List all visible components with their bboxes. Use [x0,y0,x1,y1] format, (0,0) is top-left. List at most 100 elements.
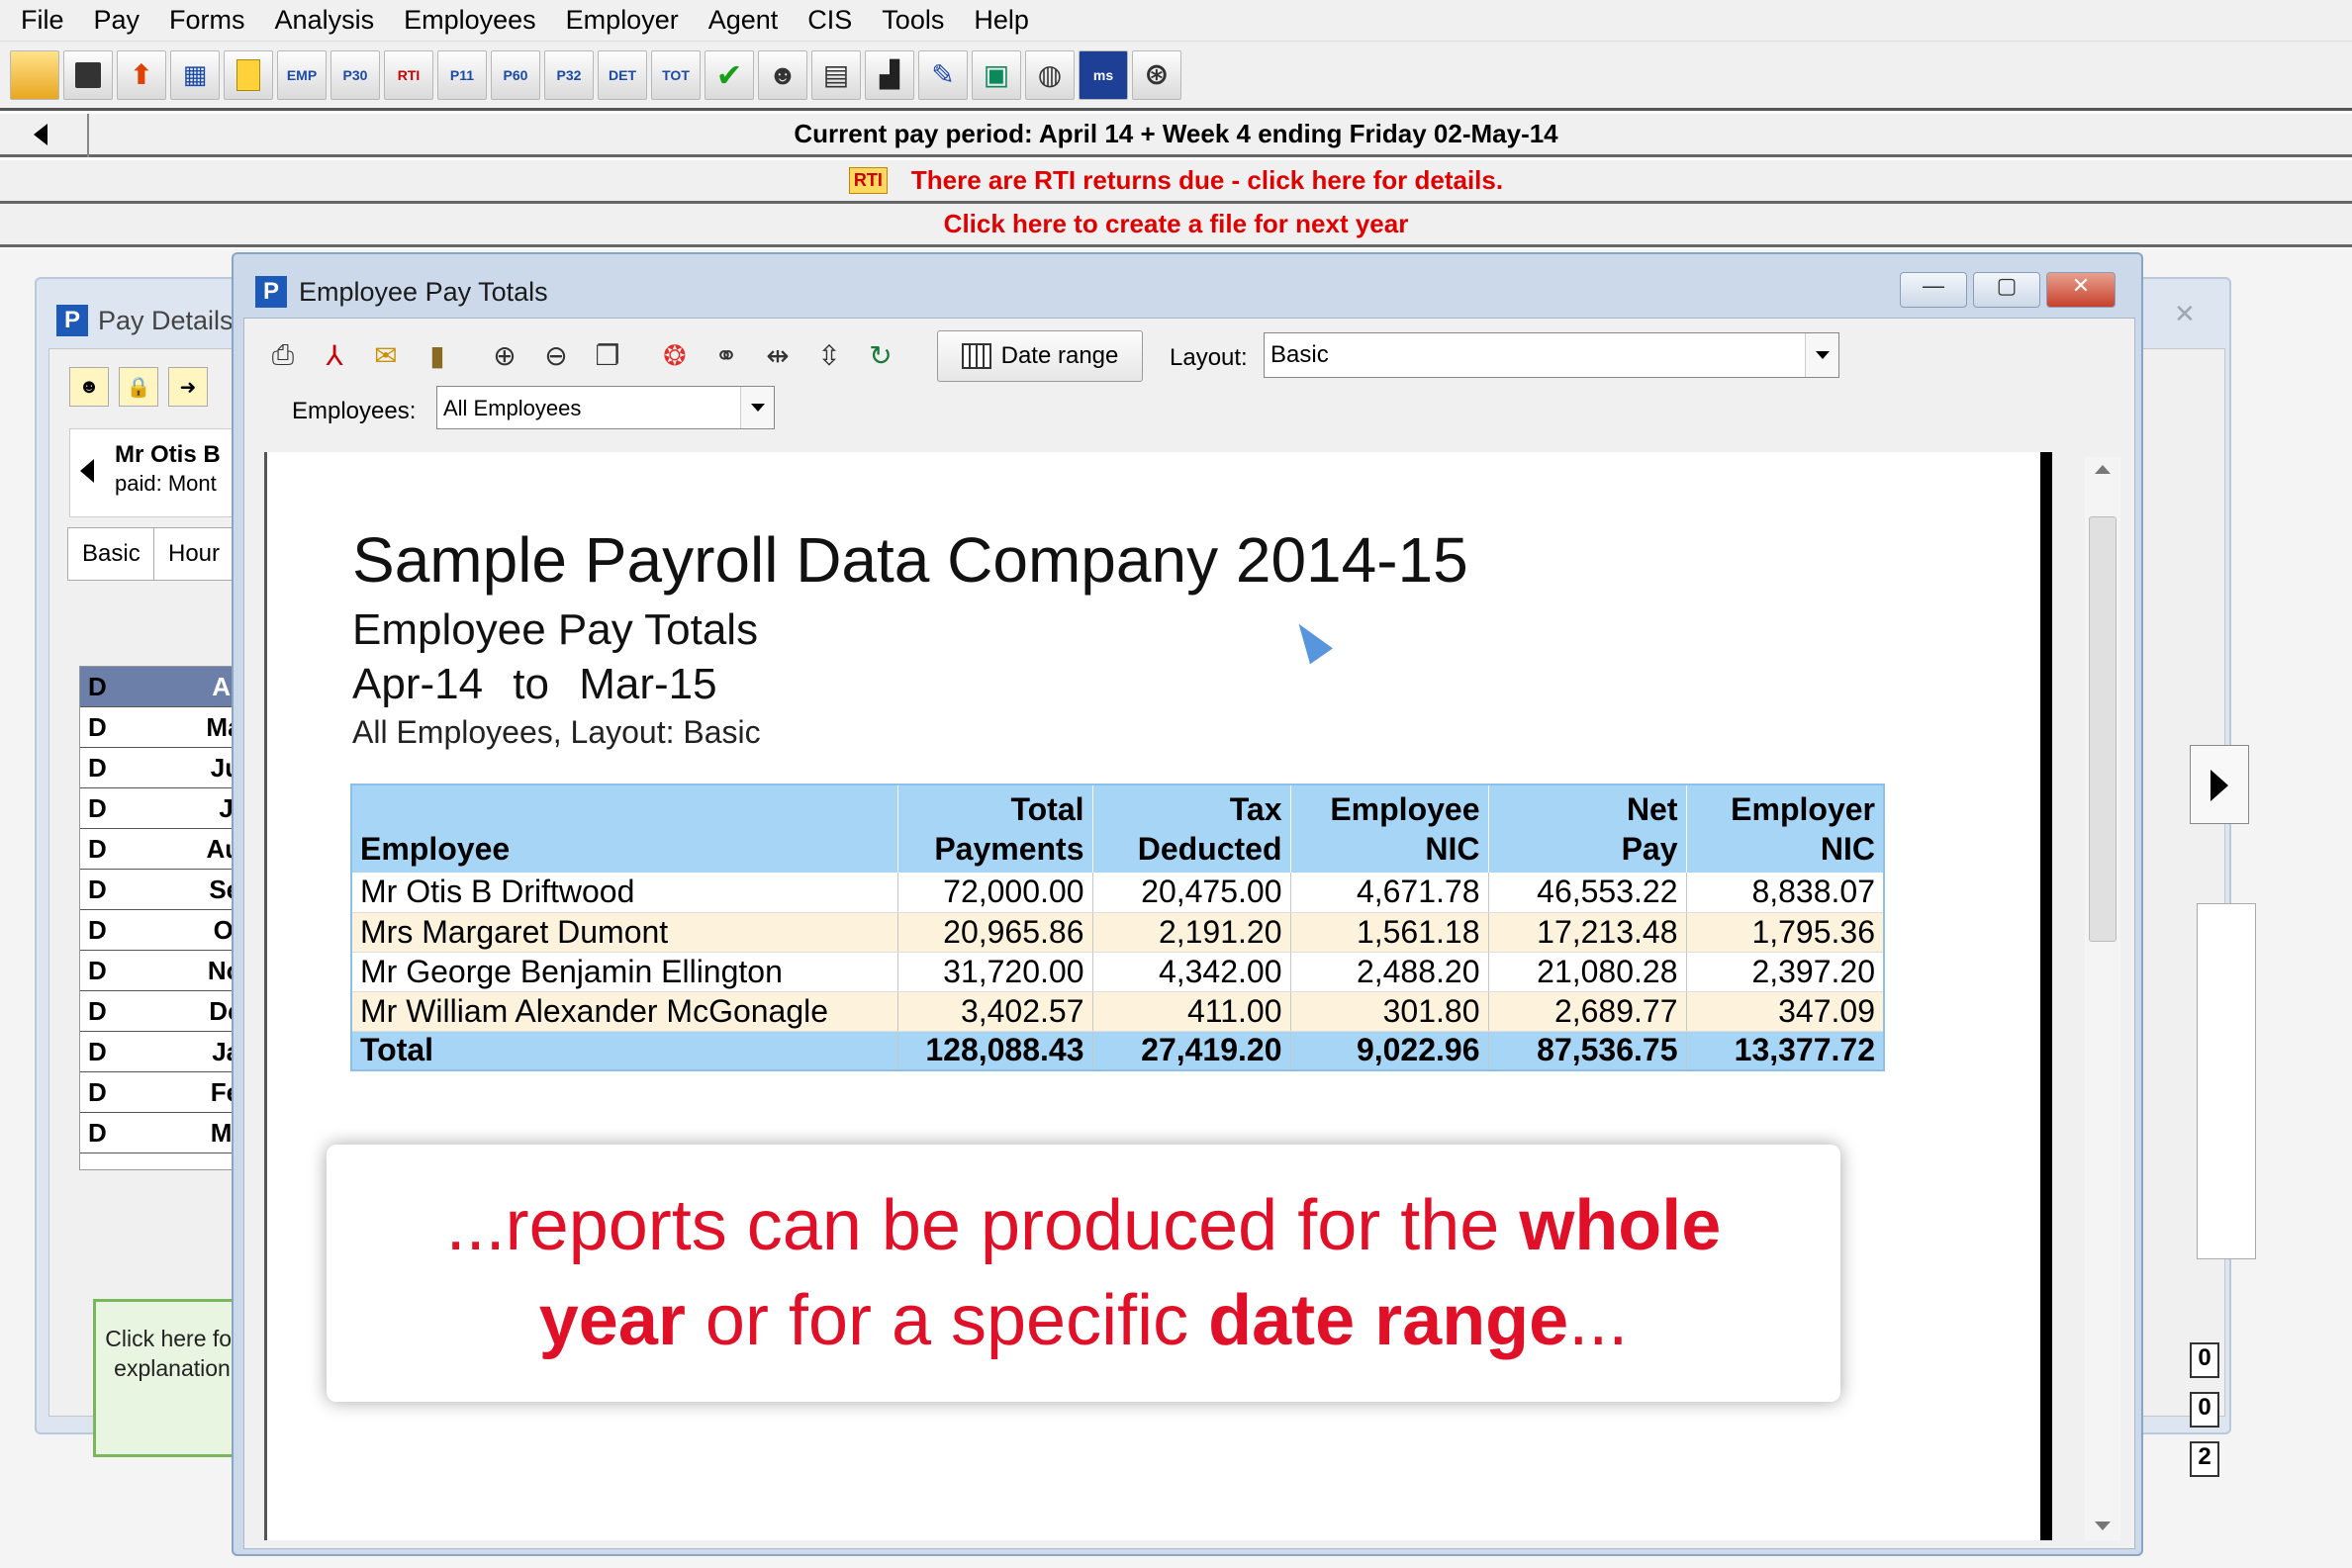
rti-notice-link[interactable]: There are RTI returns due - click here f… [911,165,1503,196]
explanation-button[interactable]: Click here for explanation [93,1299,251,1457]
calculator-icon[interactable]: ▦ [170,49,220,100]
callout-line-1: ...reports can be produced for the whole [445,1186,1722,1265]
zoom-out-icon[interactable]: ⊖ [531,330,581,380]
app-logo-icon: P [56,305,88,336]
rti-warning-icon: RTI [848,167,888,194]
employees-select[interactable]: All Employees [436,386,775,429]
date-range-button[interactable]: Date range [937,330,1143,382]
employee-pay-totals-dialog: P Employee Pay Totals — ▢ ✕ ⎙ ⅄ ✉ ▮ ⊕ ⊖ … [232,252,2143,1556]
close-icon[interactable]: ✕ [2174,299,2213,328]
refresh-icon[interactable]: ↻ [856,330,905,380]
menu-analysis[interactable]: Analysis [260,5,390,36]
dialog-title-bar: P Employee Pay Totals [255,276,548,308]
list-item[interactable]: DDec [80,991,256,1032]
previous-employee-icon[interactable] [80,459,94,483]
p11-icon[interactable]: P11 [437,49,487,100]
table-row: Mr George Benjamin Ellington 31,720.00 4,3… [351,952,1885,992]
dialog-title: Employee Pay Totals [299,276,548,307]
list-item[interactable]: DNov [80,951,256,991]
yellow-doc-icon[interactable] [224,49,273,100]
globe-icon[interactable]: ◍ [1025,49,1075,100]
report-date-range: Apr-14 to Mar-15 [352,660,717,708]
print-icon[interactable]: ⎙ [258,330,308,380]
menu-forms[interactable]: Forms [154,5,260,36]
chevron-down-icon[interactable] [1805,333,1838,377]
list-item[interactable]: DApr [80,667,256,707]
list-item[interactable]: DOct [80,910,256,951]
list-item[interactable]: DJun [80,748,256,788]
table-total-row: Total 128,088.43 27,419.20 9,022.96 87,536.7… [351,1031,1885,1070]
rti-notice-bar[interactable]: RTI There are RTI returns due - click he… [0,160,2352,204]
ledger-icon[interactable]: ▤ [811,49,861,100]
menu-cis[interactable]: CIS [793,5,867,36]
close-button[interactable]: ✕ [2046,272,2116,308]
det-icon[interactable]: DET [598,49,647,100]
menu-employer[interactable]: Employer [551,5,694,36]
list-item[interactable]: DJan [80,1032,256,1072]
next-year-bar[interactable]: Click here to create a file for next yea… [0,204,2352,247]
list-item[interactable]: DAug [80,829,256,870]
email-icon[interactable]: ✉ [361,330,411,380]
checkmark-icon[interactable]: ✔ [705,49,754,100]
page-icon[interactable]: ❐ [583,330,632,380]
chevron-down-icon[interactable] [740,387,774,428]
user-icon[interactable]: ☻ [758,49,807,100]
screen-icon[interactable]: ▣ [972,49,1021,100]
menu-agent[interactable]: Agent [694,5,794,36]
menu-employees[interactable]: Employees [389,5,551,36]
pdf-icon[interactable]: ⅄ [310,330,359,380]
tab-basic[interactable]: Basic [67,527,155,581]
factory-icon[interactable]: ▟ [865,49,914,100]
report-note: All Employees, Layout: Basic [352,714,761,750]
emp-icon[interactable]: EMP [277,49,327,100]
open-folder-icon[interactable] [10,49,59,100]
settings-icon[interactable]: ⊛ [1132,49,1181,100]
previous-period-icon[interactable] [34,124,47,145]
color-icon[interactable]: ❂ [650,330,700,380]
column-width-icon[interactable]: ⇹ [753,330,802,380]
lock-icon[interactable]: 🔒 [119,367,158,407]
menu-pay[interactable]: Pay [79,5,155,36]
zoom-in-icon[interactable]: ⊕ [480,330,529,380]
month-list: DApr DMay DJun DJul DAug DSep DOct DNov … [79,666,257,1170]
divider [87,114,89,157]
list-item[interactable]: DSep [80,870,256,910]
tot-icon[interactable]: TOT [651,49,701,100]
p32-icon[interactable]: P32 [544,49,594,100]
next-year-link[interactable]: Click here to create a file for next yea… [944,209,1409,239]
binoculars-icon[interactable]: ⚭ [702,330,751,380]
row-height-icon[interactable]: ⇳ [804,330,854,380]
list-item[interactable]: DMay [80,707,256,748]
minimize-button[interactable]: — [1900,272,1967,308]
ms-icon[interactable]: ms [1079,49,1128,100]
list-item[interactable]: DMar [80,1113,256,1153]
list-item[interactable]: DJul [80,788,256,829]
maximize-button[interactable]: ▢ [1973,272,2040,308]
export-icon[interactable]: ⬆ [117,49,166,100]
p30-icon[interactable]: P30 [330,49,380,100]
p60-icon[interactable]: P60 [491,49,540,100]
menu-help[interactable]: Help [959,5,1044,36]
menu-file[interactable]: File [6,5,79,36]
scroll-thumb[interactable] [2089,516,2117,942]
tab-hours[interactable]: Hour [153,527,233,581]
scroll-down-icon[interactable] [2095,1522,2111,1530]
exit-icon[interactable]: ➜ [168,367,208,407]
column-header: Employee [351,784,898,873]
date-range-label: Date range [1000,342,1119,369]
menu-tools[interactable]: Tools [867,5,959,36]
next-employee-button[interactable] [2190,745,2249,824]
value-box: 0 [2190,1342,2219,1378]
vertical-scrollbar[interactable] [2085,457,2120,1540]
user-icon[interactable]: ☻ [69,367,109,407]
rti-icon[interactable]: RTI [384,49,433,100]
list-item[interactable]: DFeb [80,1072,256,1113]
save-icon[interactable] [63,49,113,100]
pay-period-text: Current pay period: April 14 + Week 4 en… [794,119,1558,148]
wrench-icon[interactable]: ✎ [918,49,968,100]
layout-select[interactable]: Basic [1264,332,1839,378]
scroll-up-icon[interactable] [2095,465,2111,474]
clipboard-icon[interactable]: ▮ [413,330,462,380]
